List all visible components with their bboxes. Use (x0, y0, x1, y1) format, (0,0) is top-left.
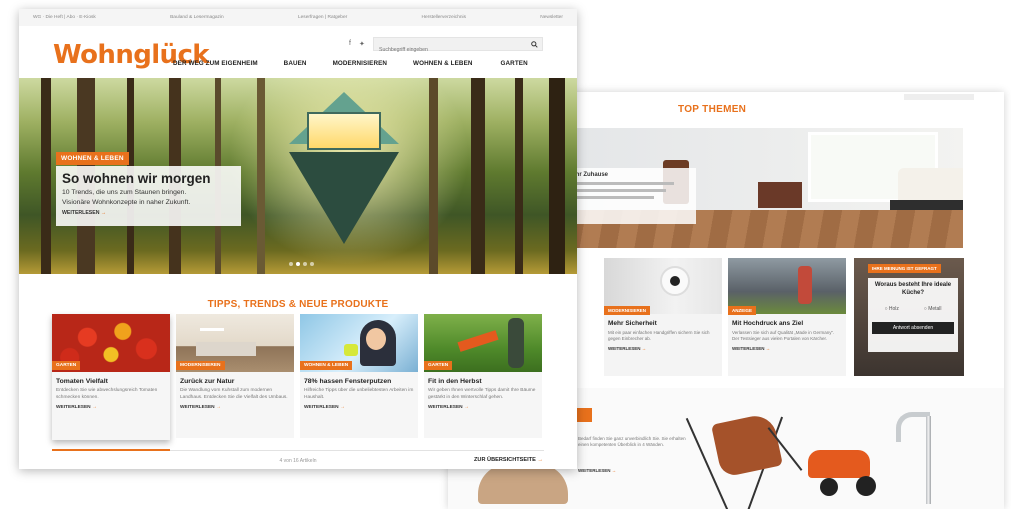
card-tag: GARTEN (424, 361, 453, 370)
card-tomaten[interactable]: GARTEN Tomaten Vielfalt Entdecken Sie wi… (52, 314, 170, 440)
topbar-link-newsletter[interactable]: Newsletter (540, 15, 563, 20)
poll-submit-button[interactable]: Antwort absenden (872, 321, 954, 334)
card-text: Verlassen Sie sich auf Qualität „Made in… (732, 330, 835, 342)
social-links: f ✦ (349, 40, 365, 48)
card-tag: WOHNEN & LEBEN (300, 361, 353, 370)
tips-section-heading: TIPPS, TRENDS & NEUE PRODUKTE (207, 299, 389, 310)
hero-text-line-2: Visionäre Wohnkonzepte in naher Zukunft. (62, 198, 191, 206)
card-text: Entdecken Sie wie abwechslungsreich Toma… (56, 388, 158, 400)
hero-read-more-link[interactable]: WEITERLESEN → (62, 210, 235, 216)
main-navigation: DER WEG ZUM EIGENHEIM BAUEN MODERNISIERE… (173, 60, 528, 67)
card-title: Tomaten Vielfalt (56, 378, 108, 385)
poll-option-holz[interactable]: ○ Holz (884, 306, 898, 312)
poll-option-metall[interactable]: ○ Metall (924, 306, 942, 312)
nav-item-wohnen-leben[interactable]: WOHNEN & LEBEN (413, 60, 472, 67)
facebook-icon[interactable]: f (349, 40, 351, 48)
card-fit-in-den-herbst[interactable]: GARTEN Fit in den Herbst Wir geben Ihnen… (424, 314, 542, 438)
search-icon (530, 40, 538, 48)
faucet-image (896, 412, 930, 442)
card-title: Fit in den Herbst (428, 378, 482, 385)
nav-item-modernisieren[interactable]: MODERNISIEREN (333, 60, 387, 67)
slider-dot[interactable] (303, 262, 307, 266)
overview-link[interactable]: ZUR ÜBERSICHTSEITE → (474, 457, 543, 463)
carousel-progress-active (52, 449, 170, 451)
nav-item-eigenheim[interactable]: DER WEG ZUM EIGENHEIM (173, 60, 258, 67)
card-read-more-link[interactable]: WEITERLESEN (604, 343, 722, 351)
carousel-progress (52, 449, 544, 451)
front-page-screenshot: WG · Die Heft | Abo · E-Kiosk Bauland & … (19, 9, 577, 469)
stool-image (478, 464, 568, 504)
card-title: Mit Hochdruck ans Ziel (732, 320, 804, 327)
teaser-text: Bedarf finden Sie ganz unverbindlich Sie… (578, 436, 686, 448)
back-page-topbar (904, 94, 974, 100)
card-text: Mit ein paar einfachen Handgriffen siche… (608, 330, 710, 342)
topbar-link-bauland[interactable]: Bauland & Lesermagazin (170, 15, 224, 20)
hero-category-tag[interactable]: WOHNEN & LEBEN (56, 152, 129, 165)
card-title: 78% hassen Fensterputzen (304, 378, 392, 385)
card-zurueck-zur-natur[interactable]: MODERNISIEREN Zurück zur Natur Die Wandl… (176, 314, 294, 438)
search-button[interactable] (526, 38, 542, 50)
top-themen-hero-title: Ihr Zuhause (574, 172, 609, 178)
card-tag: MODERNISIEREN (176, 361, 225, 370)
arrow-right-icon: → (92, 404, 97, 410)
poll-panel: Woraus besteht Ihre ideale Küche? ○ Holz… (868, 278, 958, 352)
topbar-link-abo[interactable]: WG · Die Heft | Abo · E-Kiosk (33, 15, 96, 20)
top-themen-heading: TOP THEMEN (678, 104, 747, 115)
card-hochdruck[interactable]: ANZEIGE Mit Hochdruck ans Ziel Verlassen… (728, 258, 846, 376)
card-read-more-link[interactable]: WEITERLESEN → (300, 402, 418, 410)
card-tag: MODERNISIEREN (604, 306, 651, 315)
hero-title[interactable]: So wohnen wir morgen (62, 171, 235, 186)
top-utility-bar: WG · Die Heft | Abo · E-Kiosk Bauland & … (19, 9, 577, 26)
card-fensterputzen[interactable]: WOHNEN & LEBEN 78% hassen Fensterputzen … (300, 314, 418, 438)
topbar-link-leserfragen[interactable]: Leserfragen | Ratgeber (298, 15, 347, 20)
hero-teaser-box: So wohnen wir morgen 10 Trends, die uns … (56, 166, 241, 226)
top-themen-hero-box[interactable]: Ihr Zuhause (568, 168, 696, 224)
topbar-link-hersteller[interactable]: Herstellerverzeichnis (421, 15, 466, 20)
twitter-icon[interactable]: ✦ (359, 40, 365, 48)
poll-question: Woraus besteht Ihre ideale Küche? (874, 282, 952, 296)
search-box (373, 37, 543, 56)
slider-dot[interactable] (289, 262, 293, 266)
card-tag: ANZEIGE (728, 306, 757, 315)
teaser-tag (576, 408, 592, 422)
teaser-read-more-link[interactable]: WEITERLESEN (578, 468, 616, 473)
arrow-right-icon: → (216, 404, 221, 410)
site-header: Wohnglück f ✦ DER WEG ZUM EIGENHEIM BAUE… (19, 26, 577, 78)
arrow-right-icon: → (340, 404, 345, 410)
search-input[interactable] (374, 44, 524, 56)
card-read-more-link[interactable]: WEITERLESEN → (176, 402, 294, 410)
card-read-more-link[interactable]: WEITERLESEN → (424, 402, 542, 410)
slider-dots (289, 262, 314, 266)
tree-house-image (289, 92, 399, 244)
card-read-more-link[interactable]: WEITERLESEN → (52, 402, 170, 410)
arrow-right-icon: → (100, 210, 107, 217)
card-title: Mehr Sicherheit (608, 320, 657, 327)
card-text: Wir geben Ihnen wertvolle Tipps damit Ih… (428, 388, 536, 400)
poll-widget: IHRE MEINUNG IST GEFRAGT Woraus besteht … (854, 258, 964, 376)
arrow-right-icon: → (537, 457, 543, 463)
nav-item-garten[interactable]: GARTEN (501, 60, 528, 67)
arrow-right-icon: → (464, 404, 469, 410)
card-tag: GARTEN (52, 361, 81, 370)
poll-tag: IHRE MEINUNG IST GEFRAGT (868, 264, 941, 273)
card-text: Die Wandlung vom Kuhstall zum modernen L… (180, 388, 288, 400)
card-mehr-sicherheit[interactable]: MODERNISIEREN Mehr Sicherheit Mit ein pa… (604, 258, 722, 376)
card-text: Hilfreiche Tipps über die unbeliebtesten… (304, 388, 414, 400)
slider-dot[interactable] (310, 262, 314, 266)
card-read-more-link[interactable]: WEITERLESEN (728, 343, 846, 351)
tips-cards: GARTEN Tomaten Vielfalt Entdecken Sie wi… (52, 314, 542, 440)
slider-dot-active[interactable] (296, 262, 300, 266)
hero-text-line-1: 10 Trends, die uns zum Staunen bringen. (62, 189, 187, 196)
nav-item-bauen[interactable]: BAUEN (284, 60, 307, 67)
card-title: Zurück zur Natur (180, 378, 235, 385)
